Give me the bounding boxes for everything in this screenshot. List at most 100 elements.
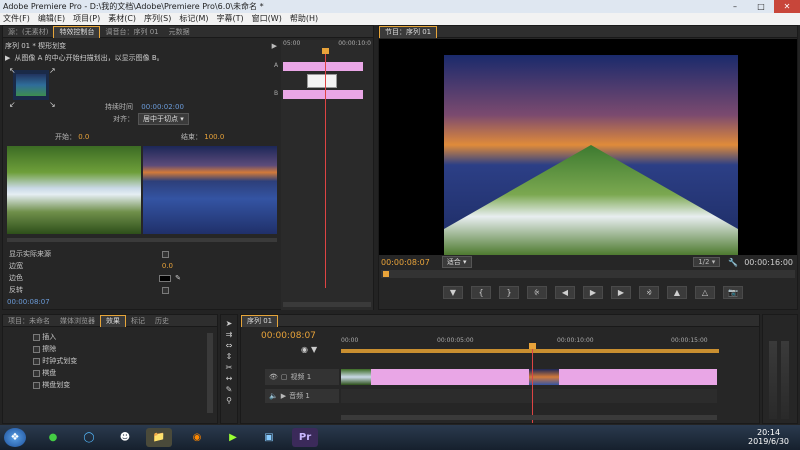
program-timecode[interactable]: 00:00:08:07 bbox=[381, 258, 430, 267]
border-width-value[interactable]: 0.0 bbox=[162, 262, 173, 270]
start-value[interactable]: 0.0 bbox=[78, 133, 89, 141]
border-color-swatch[interactable] bbox=[159, 274, 172, 282]
system-clock[interactable]: 20:14 2019/6/30 bbox=[748, 428, 789, 446]
step-forward-button[interactable]: ▶ bbox=[611, 285, 631, 299]
razor-tool-icon[interactable]: ✂ bbox=[226, 363, 233, 372]
corner-arrow-icon[interactable]: ↘ bbox=[49, 100, 56, 109]
taskbar-firefox-icon[interactable]: ◉ bbox=[184, 428, 210, 447]
taskbar-browser-icon[interactable]: ● bbox=[40, 428, 66, 447]
speaker-icon[interactable]: 🔈 bbox=[269, 392, 278, 400]
taskbar-ie-icon[interactable]: ◯ bbox=[76, 428, 102, 447]
clip-a-thumbnail[interactable] bbox=[341, 369, 371, 385]
clip-a[interactable] bbox=[371, 369, 531, 385]
tab-source[interactable]: 源：(无素材) bbox=[3, 27, 53, 37]
snap-icon[interactable]: ◉ bbox=[301, 345, 308, 357]
menu-project[interactable]: 项目(P) bbox=[73, 13, 100, 25]
tab-project[interactable]: 项目：未命名 bbox=[3, 316, 55, 326]
corner-arrow-icon[interactable]: ↖ bbox=[9, 66, 16, 75]
timeline-playhead-handle[interactable] bbox=[529, 343, 536, 349]
go-to-in-button[interactable]: ⨴ bbox=[527, 285, 547, 299]
rolling-edit-tool-icon[interactable]: ⇕ bbox=[226, 352, 233, 361]
reverse-checkbox[interactable] bbox=[162, 286, 169, 294]
menu-file[interactable]: 文件(F) bbox=[3, 13, 30, 25]
page-dropdown[interactable]: 1/2 ▾ bbox=[693, 257, 721, 267]
start-button[interactable]: ❖ bbox=[4, 428, 26, 447]
taskbar-explorer-icon[interactable]: 📁 bbox=[146, 428, 172, 447]
vertical-scrollbar[interactable] bbox=[207, 333, 213, 413]
close-icon[interactable]: ✕ bbox=[774, 0, 800, 13]
fit-dropdown[interactable]: 适合 ▾ bbox=[441, 256, 472, 268]
tab-program[interactable]: 节目：序列 01 bbox=[379, 25, 438, 38]
list-item[interactable]: 棋盘划变 bbox=[33, 379, 213, 391]
tab-effect-controls[interactable]: 特效控制台 bbox=[53, 25, 101, 38]
taskbar-media-icon[interactable]: ▶ bbox=[220, 428, 246, 447]
clip-b-bar[interactable] bbox=[283, 90, 363, 99]
tab-media-browser[interactable]: 媒体浏览器 bbox=[55, 316, 100, 326]
lift-button[interactable]: ▲ bbox=[667, 285, 687, 299]
slip-tool-icon[interactable]: ↔ bbox=[226, 374, 233, 383]
menu-title[interactable]: 字幕(T) bbox=[217, 13, 244, 25]
corner-arrow-icon[interactable]: ↙ bbox=[9, 100, 16, 109]
list-item[interactable]: 时钟式划变 bbox=[33, 355, 213, 367]
clip-b-thumbnail[interactable] bbox=[529, 369, 559, 385]
lock-icon[interactable]: ▢ bbox=[281, 373, 288, 381]
go-to-out-button[interactable]: ⨵ bbox=[639, 285, 659, 299]
mini-playhead-handle[interactable] bbox=[322, 48, 329, 54]
list-item[interactable]: 插入 bbox=[33, 331, 213, 343]
corner-arrow-icon[interactable]: ↗ bbox=[49, 66, 56, 75]
tab-history[interactable]: 历史 bbox=[150, 316, 174, 326]
mark-in-button[interactable]: { bbox=[471, 285, 491, 299]
align-dropdown[interactable]: 居中于切点 ▾ bbox=[138, 113, 189, 125]
tab-metadata[interactable]: 元数据 bbox=[164, 27, 195, 37]
tab-markers[interactable]: 标记 bbox=[126, 316, 150, 326]
marker-button[interactable]: ▼ bbox=[443, 285, 463, 299]
export-frame-button[interactable]: 📷 bbox=[723, 285, 743, 299]
mini-timeline-scrollbar[interactable] bbox=[283, 302, 371, 307]
play-transition-icon[interactable]: ▶ bbox=[5, 54, 10, 62]
timeline-scrollbar[interactable] bbox=[341, 415, 717, 420]
play-button[interactable]: ▶ bbox=[583, 285, 603, 299]
menu-edit[interactable]: 编辑(E) bbox=[38, 13, 65, 25]
taskbar-qq-icon[interactable]: ☻ bbox=[112, 428, 138, 447]
timeline-timecode[interactable]: 00:00:08:07 bbox=[261, 331, 316, 341]
program-scrubber[interactable] bbox=[381, 270, 795, 278]
tab-sequence[interactable]: 序列 01 bbox=[241, 314, 279, 327]
duration-value[interactable]: 00:00:02:00 bbox=[141, 103, 184, 111]
step-back-button[interactable]: ◀ bbox=[555, 285, 575, 299]
extract-button[interactable]: △ bbox=[695, 285, 715, 299]
maximize-icon[interactable]: □ bbox=[748, 0, 774, 13]
eye-icon[interactable]: 👁 bbox=[269, 373, 278, 381]
menu-sequence[interactable]: 序列(S) bbox=[144, 13, 171, 25]
program-playhead[interactable] bbox=[383, 271, 389, 277]
play-icon[interactable]: ▶ bbox=[272, 42, 277, 50]
list-item[interactable]: 棋盘 bbox=[33, 367, 213, 379]
end-value[interactable]: 100.0 bbox=[204, 133, 224, 141]
clip-b[interactable] bbox=[559, 369, 717, 385]
track-select-tool-icon[interactable]: ⇉ bbox=[226, 330, 233, 339]
work-area-bar[interactable] bbox=[341, 349, 719, 353]
marker-icon[interactable]: ▼ bbox=[311, 345, 317, 357]
clip-a-bar[interactable] bbox=[283, 62, 363, 71]
transition-block[interactable] bbox=[307, 74, 337, 88]
eyedropper-icon[interactable]: ✎ bbox=[175, 274, 181, 282]
mark-out-button[interactable]: } bbox=[499, 285, 519, 299]
tab-effects[interactable]: 效果 bbox=[100, 314, 126, 327]
pen-tool-icon[interactable]: ✎ bbox=[226, 385, 233, 394]
minimize-icon[interactable]: – bbox=[722, 0, 748, 13]
menu-help[interactable]: 帮助(H) bbox=[290, 13, 318, 25]
menu-marker[interactable]: 标记(M) bbox=[179, 13, 208, 25]
mini-playhead[interactable] bbox=[325, 48, 326, 288]
ripple-edit-tool-icon[interactable]: ⇔ bbox=[226, 341, 233, 350]
menu-clip[interactable]: 素材(C) bbox=[108, 13, 136, 25]
expand-icon[interactable]: ▶ bbox=[281, 392, 286, 400]
wrench-icon[interactable]: 🔧 bbox=[728, 258, 738, 267]
timeline-playhead[interactable] bbox=[532, 345, 533, 423]
effect-timecode[interactable]: 00:00:08:07 bbox=[7, 298, 50, 306]
taskbar-premiere-icon[interactable]: Pr bbox=[292, 428, 318, 447]
list-item[interactable]: 擦除 bbox=[33, 343, 213, 355]
selection-tool-icon[interactable]: ➤ bbox=[226, 319, 233, 328]
show-actual-sources-checkbox[interactable] bbox=[162, 250, 169, 258]
tab-audio-mixer[interactable]: 调音台：序列 01 bbox=[100, 27, 163, 37]
horizontal-scrollbar[interactable] bbox=[7, 238, 277, 242]
menu-window[interactable]: 窗口(W) bbox=[252, 13, 282, 25]
